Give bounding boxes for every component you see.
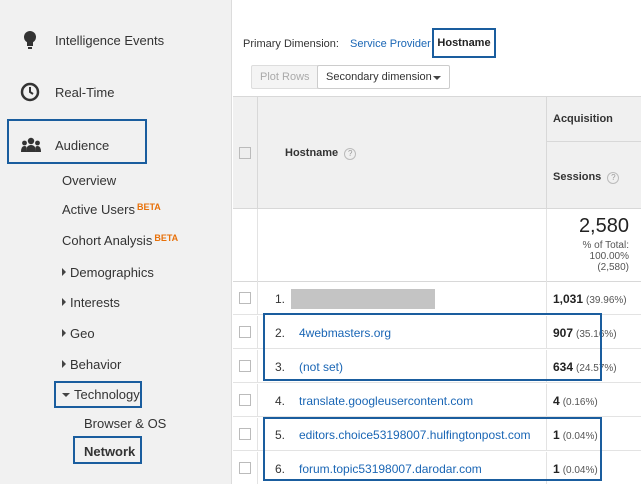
secondary-dimension-label: Secondary dimension bbox=[326, 71, 432, 83]
nav-cohort-analysis-label: Cohort Analysis bbox=[62, 233, 153, 248]
nav-behavior-label: Behavior bbox=[70, 357, 122, 372]
nav-behavior[interactable]: Behavior bbox=[62, 357, 121, 372]
caret-right-icon bbox=[62, 360, 66, 368]
sessions-cell: 1,031 (39.96%) bbox=[553, 292, 627, 306]
sessions-value: 1,031 bbox=[553, 292, 584, 306]
row-checkbox[interactable] bbox=[239, 326, 251, 338]
nav-geo-label: Geo bbox=[70, 326, 95, 341]
nav-overview[interactable]: Overview bbox=[62, 173, 116, 188]
nav-active-users-label: Active Users bbox=[62, 202, 135, 217]
column-header-sessions-label: Sessions bbox=[553, 171, 602, 183]
pct-of-total: 100.00% bbox=[589, 251, 629, 262]
nav-demographics[interactable]: Demographics bbox=[62, 265, 154, 280]
column-header-sessions[interactable]: Sessions? bbox=[553, 171, 620, 184]
nav-cohort-analysis[interactable]: Cohort Analysis BETA bbox=[62, 233, 178, 248]
row-checkbox[interactable] bbox=[239, 360, 251, 372]
help-icon[interactable]: ? bbox=[344, 148, 357, 160]
primary-dimension-label: Primary Dimension: bbox=[243, 38, 339, 50]
highlight-rows-5-6 bbox=[263, 417, 602, 481]
total-sessions: 2,580 bbox=[578, 215, 629, 237]
plot-rows-button[interactable]: Plot Rows bbox=[251, 65, 319, 89]
secondary-dimension-dropdown[interactable]: Secondary dimension bbox=[317, 65, 450, 89]
report-main: Primary Dimension: Service Provider Host… bbox=[233, 0, 641, 484]
lightbulb-icon bbox=[20, 30, 40, 50]
caret-right-icon bbox=[62, 298, 66, 306]
dimension-hostname[interactable]: Hostname bbox=[432, 28, 496, 58]
nav-geo[interactable]: Geo bbox=[62, 326, 95, 341]
table-row: 1. 1,031 (39.96%) bbox=[233, 282, 641, 315]
nav-real-time[interactable]: Real-Time bbox=[0, 70, 232, 114]
pct-of-total-label: % of Total: bbox=[582, 240, 629, 251]
row-index: 4. bbox=[275, 394, 286, 408]
column-header-hostname[interactable]: Hostname? bbox=[285, 147, 357, 160]
nav-interests-label: Interests bbox=[70, 295, 120, 310]
nav-demographics-label: Demographics bbox=[70, 265, 154, 280]
caret-right-icon bbox=[62, 268, 66, 276]
nav-intelligence-events-label: Intelligence Events bbox=[55, 32, 165, 48]
nav-overview-label: Overview bbox=[62, 173, 117, 188]
redacted-hostname bbox=[291, 289, 435, 309]
clock-icon bbox=[20, 82, 40, 102]
table-toolbar: Plot Rows Secondary dimension bbox=[233, 60, 641, 96]
highlight-network bbox=[73, 436, 142, 464]
select-all-checkbox[interactable] bbox=[239, 147, 251, 159]
totals-row: 2,580 % of Total: 100.00% (2,580) bbox=[233, 209, 641, 282]
nav-browser-os-label: Browser & OS bbox=[84, 416, 167, 431]
primary-dimension-bar: Primary Dimension: Service Provider Host… bbox=[243, 28, 496, 58]
sessions-value: 4 bbox=[553, 394, 560, 408]
row-checkbox[interactable] bbox=[239, 462, 251, 474]
sidebar: Intelligence Events Real-Time Audience O… bbox=[0, 0, 232, 484]
table-header: Hostname? Acquisition Sessions? bbox=[233, 96, 641, 210]
table-row: 4. translate.googleusercontent.com 4 (0.16%… bbox=[233, 384, 641, 417]
beta-badge: BETA bbox=[154, 233, 179, 243]
highlight-audience bbox=[7, 119, 147, 164]
caret-right-icon bbox=[62, 329, 66, 337]
beta-badge: BETA bbox=[136, 202, 161, 212]
help-icon[interactable]: ? bbox=[607, 172, 620, 184]
dimension-service-provider[interactable]: Service Provider bbox=[350, 38, 431, 50]
nav-intelligence-events[interactable]: Intelligence Events bbox=[0, 18, 232, 62]
row-checkbox[interactable] bbox=[239, 292, 251, 304]
row-index: 1. bbox=[275, 292, 286, 306]
column-header-hostname-label: Hostname bbox=[285, 147, 339, 159]
row-checkbox[interactable] bbox=[239, 394, 251, 406]
hostname-link[interactable]: translate.googleusercontent.com bbox=[299, 394, 473, 408]
sessions-percent: (0.16%) bbox=[562, 397, 598, 408]
highlight-technology bbox=[54, 381, 142, 408]
highlight-rows-2-3 bbox=[263, 313, 602, 381]
nav-interests[interactable]: Interests bbox=[62, 295, 120, 310]
nav-active-users[interactable]: Active Users BETA bbox=[62, 202, 161, 217]
sessions-percent: (39.96%) bbox=[586, 295, 627, 306]
row-checkbox[interactable] bbox=[239, 428, 251, 440]
nav-real-time-label: Real-Time bbox=[55, 84, 115, 100]
nav-browser-os[interactable]: Browser & OS bbox=[84, 416, 166, 431]
sessions-cell: 4 (0.16%) bbox=[553, 394, 598, 408]
total-paren: (2,580) bbox=[597, 262, 629, 273]
chevron-down-icon bbox=[433, 76, 441, 80]
column-group-acquisition: Acquisition bbox=[553, 113, 613, 125]
